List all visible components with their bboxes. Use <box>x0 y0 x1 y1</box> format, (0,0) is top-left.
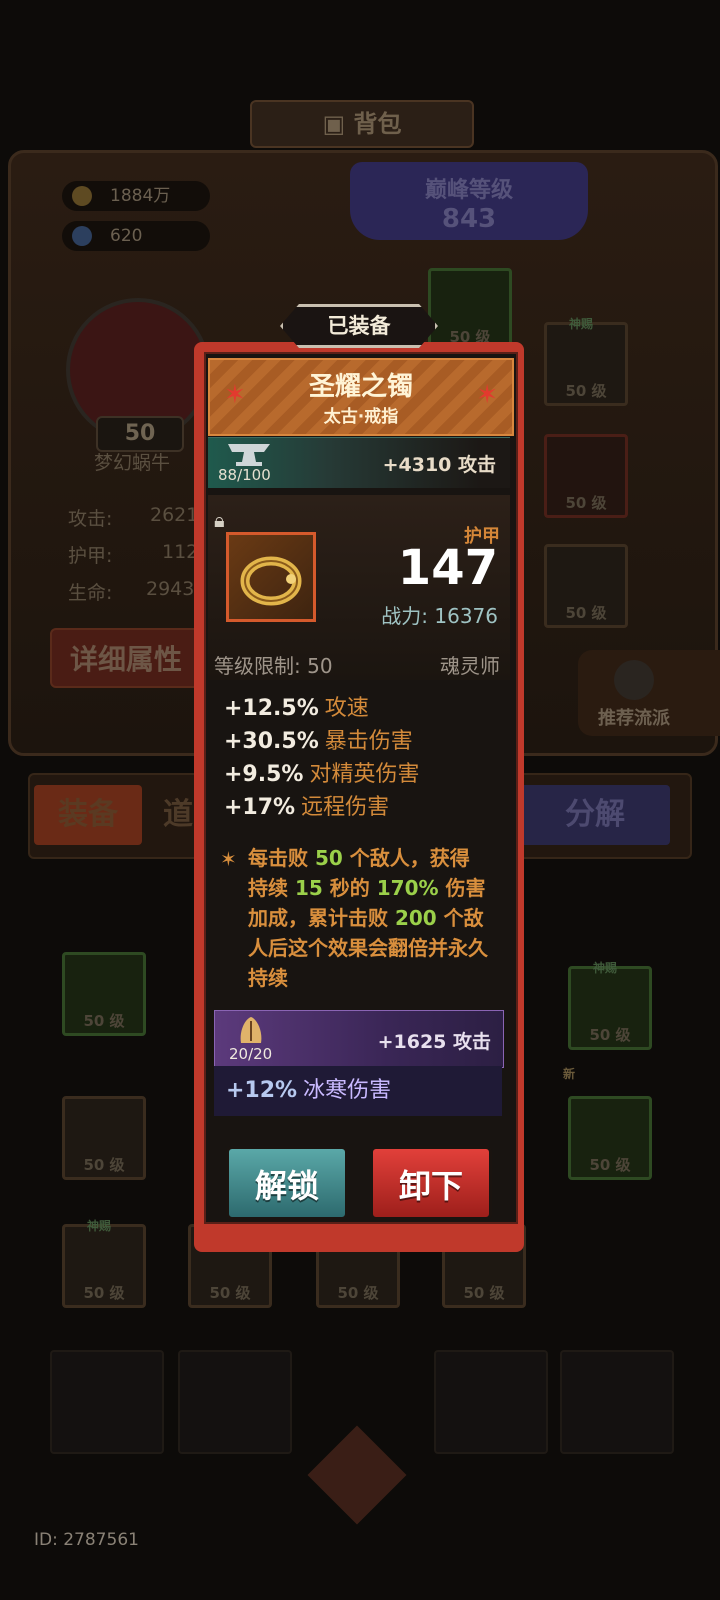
tab-salvage[interactable]: 分解 <box>520 785 670 845</box>
peak-level-value: 843 <box>441 204 497 234</box>
slot-level: 50 级 <box>83 1284 125 1302</box>
recommend-build-button[interactable]: 推荐流派 <box>578 650 720 736</box>
gem-bonus: +1625 攻击 <box>377 1031 491 1053</box>
player-level: 50 <box>96 416 184 452</box>
peak-level-badge[interactable]: 巅峰等级 843 <box>350 162 588 240</box>
combat-power: 战力: 16376 <box>381 604 498 628</box>
gem-display: 620 <box>62 221 210 251</box>
page-title-text: 背包 <box>353 110 402 138</box>
stat-value: +12.5% <box>224 696 319 721</box>
stat-label-armor: 护甲: <box>68 545 113 567</box>
slot-level: 50 级 <box>83 1012 125 1030</box>
item-header: ✶ 圣耀之镯 太古·戒指 ✶ <box>208 358 514 436</box>
stat-value: +17% <box>224 795 296 820</box>
stat-label-hp: 生命: <box>68 582 113 604</box>
empty-slot <box>434 1350 548 1454</box>
stat-name: 远程伤害 <box>301 795 390 820</box>
stat-label-attack: 攻击: <box>68 508 113 530</box>
slot-level: 50 级 <box>83 1156 125 1174</box>
level-requirement: 等级限制: 50 <box>214 654 333 678</box>
diamond-icon <box>72 226 92 246</box>
armor-value: 147 <box>397 540 498 596</box>
slot-level: 50 级 <box>589 1026 631 1044</box>
unlock-button[interactable]: 解锁 <box>226 1146 348 1220</box>
gem-stat-name: 冰寒伤害 <box>303 1078 392 1103</box>
forge-bar[interactable]: 88/100 +4310 攻击 <box>208 437 510 488</box>
empty-slot <box>50 1350 164 1454</box>
recommend-label: 推荐流派 <box>598 708 670 729</box>
gold-amount: 1884万 <box>110 186 171 206</box>
stat-value-hp: 2943 <box>146 578 195 600</box>
equipped-label: 已装备 <box>280 304 438 348</box>
inventory-item[interactable]: 50 级 <box>62 952 146 1036</box>
stat-value: +30.5% <box>224 729 319 754</box>
forge-bonus: +4310 攻击 <box>382 454 496 476</box>
coin-icon <box>72 186 92 206</box>
anvil-icon <box>228 444 270 466</box>
item-rarity-type: 太古·戒指 <box>323 407 399 427</box>
equip-slot-charm[interactable]: 50 级 <box>544 544 628 628</box>
new-badge: 新 <box>563 1067 576 1081</box>
equip-slot-weapon[interactable]: 50 级 <box>428 268 512 352</box>
user-id: ID: 2787561 <box>34 1530 139 1550</box>
ring-item-icon <box>226 532 316 622</box>
close-icon[interactable] <box>307 1425 407 1525</box>
slot-tag: 神赐 <box>87 1219 112 1233</box>
slot-tag: 神赐 <box>593 961 618 975</box>
gem-stat: +12% 冰寒伤害 <box>214 1066 502 1116</box>
special-bullet-icon: ✶ <box>220 847 237 871</box>
gem-stat-value: +12% <box>226 1078 298 1103</box>
stat-value: +9.5% <box>224 762 304 787</box>
lock-icon[interactable]: 🔒︎ <box>214 508 225 532</box>
class-requirement: 魂灵师 <box>440 654 500 678</box>
item-name: 圣耀之镯 <box>308 372 413 402</box>
slot-level: 50 级 <box>589 1156 631 1174</box>
slot-level: 50 级 <box>209 1284 251 1302</box>
gem-count: 20/20 <box>229 1045 273 1063</box>
bonus-stat: +9.5% 对精英伤害 <box>224 756 419 788</box>
equip-slot-necklace[interactable]: 神赐 50 级 <box>544 317 628 406</box>
gem-socket-bar[interactable]: 20/20 +1625 攻击 <box>214 1010 504 1068</box>
tab-items[interactable]: 道 <box>158 785 198 845</box>
page-title: ▣ 背包 <box>250 100 474 148</box>
tab-equipment[interactable]: 装备 <box>34 785 142 845</box>
detail-attributes-button[interactable]: 详细属性 <box>50 628 200 688</box>
inventory-item[interactable]: 新 50 级 <box>563 1067 652 1180</box>
gem-amount: 620 <box>110 226 143 246</box>
bag-icon: ▣ <box>322 110 354 138</box>
thumbs-up-icon <box>614 660 654 700</box>
inventory-item[interactable]: 50 级 <box>62 1096 146 1180</box>
slot-level: 50 级 <box>565 604 607 622</box>
equip-slot-ring[interactable]: 50 级 <box>544 434 628 518</box>
bonus-stat: +12.5% 攻速 <box>224 690 369 722</box>
stat-name: 攻速 <box>324 696 369 721</box>
stat-name: 暴击伤害 <box>324 729 413 754</box>
bonus-stat: +30.5% 暴击伤害 <box>224 723 413 755</box>
inventory-item[interactable]: 神赐 50 级 <box>568 961 652 1050</box>
slot-level: 50 级 <box>565 382 607 400</box>
empty-slot <box>560 1350 674 1454</box>
empty-slot <box>178 1350 292 1454</box>
inventory-item[interactable]: 神赐 50 级 <box>62 1219 146 1308</box>
stat-value-armor: 112 <box>162 541 199 563</box>
slot-level: 50 级 <box>463 1284 505 1302</box>
slot-level: 50 级 <box>565 494 607 512</box>
gold-display: 1884万 <box>62 181 210 211</box>
special-effect-text: 每击败 50 个敌人，获得持续 15 秒的 170% 伤害加成，累计击败 200… <box>248 846 488 990</box>
unequip-button[interactable]: 卸下 <box>370 1146 492 1220</box>
star-icon: ✶ <box>476 380 498 410</box>
stat-name: 对精英伤害 <box>309 762 420 787</box>
slot-tag: 神赐 <box>569 317 594 331</box>
bonus-stat: +17% 远程伤害 <box>224 789 389 821</box>
gem-hands-icon <box>240 1017 262 1043</box>
stat-value-attack: 2621 <box>150 504 199 526</box>
forge-count: 88/100 <box>218 466 271 484</box>
slot-level: 50 级 <box>337 1284 379 1302</box>
player-name: 梦幻蜗牛 <box>94 452 171 474</box>
peak-level-label: 巅峰等级 <box>424 178 513 203</box>
